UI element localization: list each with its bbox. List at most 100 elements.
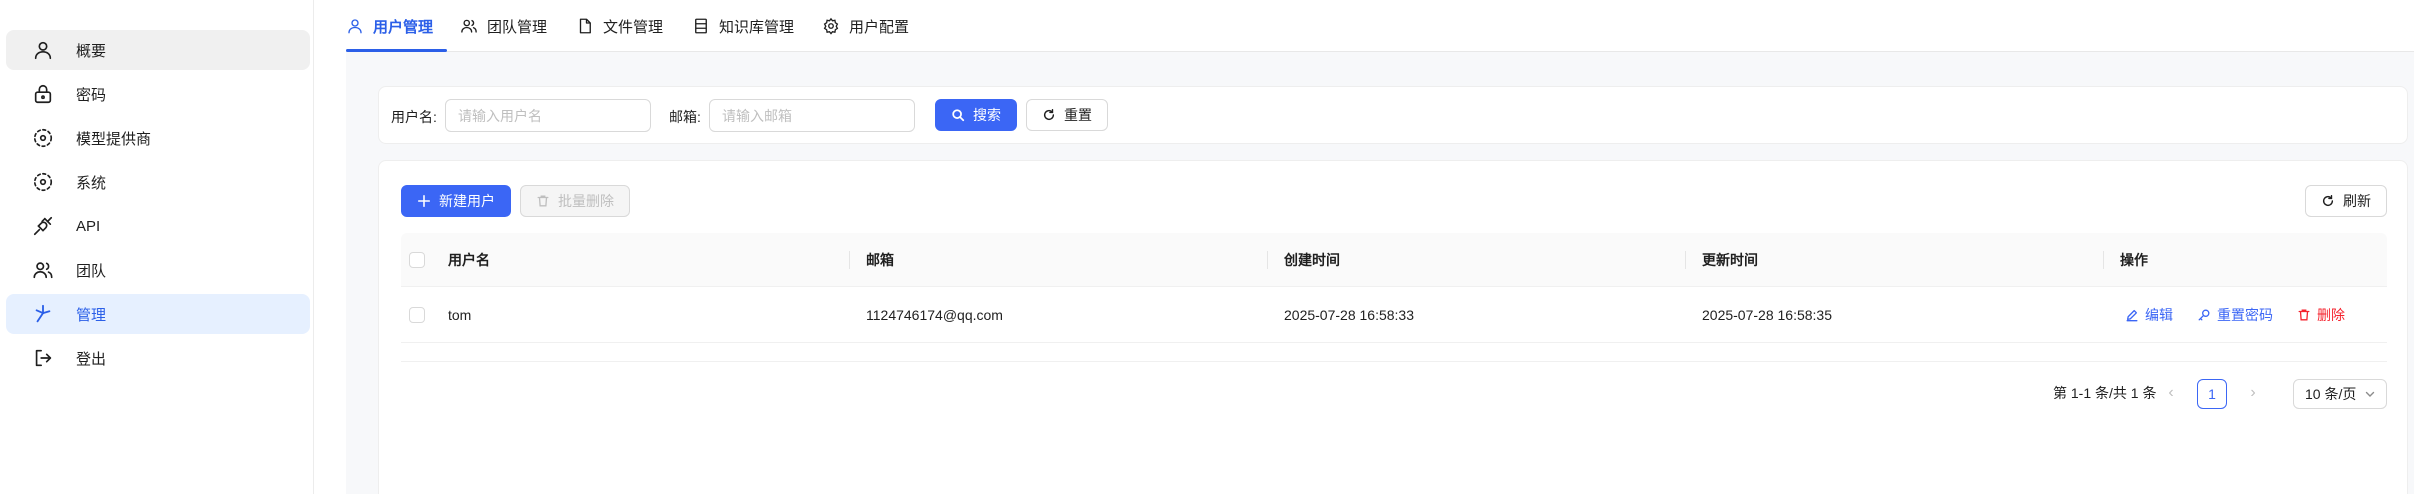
sidebar-item-label: 管理 (76, 306, 107, 324)
cell-actions: 编辑 重置密码 删除 (2125, 287, 2369, 342)
email-search-input[interactable] (709, 99, 915, 132)
table-row: tom 1124746174@qq.com 2025-07-28 16:58:3… (401, 287, 2387, 343)
file-icon (576, 17, 594, 35)
trash-icon (536, 194, 550, 208)
username-search-input[interactable] (445, 99, 651, 132)
tab-label: 文件管理 (603, 18, 664, 36)
reset-button-label: 重置 (1064, 107, 1092, 123)
search-button-label: 搜索 (973, 107, 1001, 123)
team-icon (32, 259, 54, 281)
batch-delete-label: 批量删除 (558, 193, 614, 209)
tab-label: 用户管理 (373, 18, 434, 36)
logout-icon (32, 347, 54, 369)
sidebar-item-password[interactable]: 密码 (6, 74, 310, 114)
sidebar-item-label: 团队 (76, 262, 107, 280)
username-label: 用户名: (391, 109, 437, 125)
cell-username: tom (448, 306, 472, 323)
column-divider (2103, 251, 2104, 269)
column-header-username[interactable]: 用户名 (448, 233, 490, 286)
row-select-cell (409, 287, 425, 342)
email-label: 邮箱: (669, 109, 701, 125)
reset-button[interactable]: 重置 (1026, 99, 1108, 131)
sidebar-item-label: 模型提供商 (76, 130, 152, 148)
sidebar-item-admin[interactable]: 管理 (6, 294, 310, 334)
system-icon (32, 171, 54, 193)
column-header-email[interactable]: 邮箱 (866, 233, 894, 286)
edit-button[interactable]: 编辑 (2125, 305, 2173, 325)
gear-icon (822, 17, 840, 35)
cell-updated: 2025-07-28 16:58:35 (1702, 306, 1832, 323)
column-header-updated[interactable]: 更新时间 (1702, 233, 1758, 286)
knowledge-base-icon (692, 17, 710, 35)
column-divider (1685, 251, 1686, 269)
row-checkbox[interactable] (409, 306, 425, 323)
trash-icon (2297, 308, 2311, 322)
tab-bar: 用户管理 团队管理 文件管理 知识库管理 用户配置 (346, 0, 2414, 52)
column-divider (1267, 251, 1268, 269)
edit-label: 编辑 (2145, 306, 2173, 323)
prev-page-button[interactable]: ‹ (2159, 377, 2183, 409)
tab-knowledge-base-management[interactable]: 知识库管理 (692, 0, 794, 52)
reset-password-button[interactable]: 重置密码 (2197, 305, 2273, 325)
search-panel: 用户名: 邮箱: 搜索 重置 (378, 86, 2408, 144)
reset-password-label: 重置密码 (2217, 306, 2273, 323)
select-all-cell (409, 233, 425, 286)
search-button[interactable]: 搜索 (935, 99, 1017, 131)
select-all-checkbox[interactable] (409, 251, 425, 268)
search-icon (951, 108, 965, 122)
reload-icon (2321, 194, 2335, 208)
sidebar-item-system[interactable]: 系统 (6, 162, 310, 202)
sidebar-item-api[interactable]: API (6, 206, 310, 246)
next-page-button[interactable]: › (2241, 377, 2265, 409)
api-plug-icon (32, 215, 54, 237)
chevron-down-icon (2365, 391, 2375, 397)
column-header-actions: 操作 (2120, 251, 2148, 268)
tab-team-management[interactable]: 团队管理 (460, 0, 547, 52)
pagination-summary: 第 1-1 条/共 1 条 (2053, 385, 2157, 401)
sidebar-item-model-provider[interactable]: 模型提供商 (6, 118, 310, 158)
user-list-panel: 新建用户 批量删除 刷新 用户名 邮箱 创建时间 更新时间 操作 tom 112… (378, 160, 2408, 494)
new-user-label: 新建用户 (439, 193, 495, 209)
sidebar-item-label: 系统 (76, 174, 107, 192)
tab-label: 用户配置 (849, 18, 910, 36)
team-icon (460, 17, 478, 35)
tab-label: 团队管理 (487, 18, 548, 36)
sidebar-item-label: 概要 (76, 42, 107, 60)
table-footer-divider (401, 361, 2387, 362)
refresh-button[interactable]: 刷新 (2305, 185, 2387, 217)
batch-delete-button[interactable]: 批量删除 (520, 185, 630, 217)
sidebar: 概要 密码 模型提供商 系统 API 团队 管理 登出 (0, 0, 314, 494)
table-header: 用户名 邮箱 创建时间 更新时间 操作 (401, 233, 2387, 287)
tab-file-management[interactable]: 文件管理 (576, 0, 663, 52)
model-provider-icon (32, 127, 54, 149)
sidebar-item-label: API (76, 217, 101, 235)
reload-icon (1042, 108, 1056, 122)
page-number-current[interactable]: 1 (2197, 379, 2227, 409)
admin-icon (32, 303, 54, 325)
refresh-label: 刷新 (2343, 193, 2371, 209)
lock-icon (32, 83, 54, 105)
sidebar-item-overview[interactable]: 概要 (6, 30, 310, 70)
sidebar-item-team[interactable]: 团队 (6, 250, 310, 290)
column-header-created[interactable]: 创建时间 (1284, 233, 1340, 286)
page-size-select[interactable]: 10 条/页 (2293, 379, 2387, 409)
plus-icon (417, 194, 431, 208)
cell-created: 2025-07-28 16:58:33 (1284, 306, 1414, 323)
user-icon (32, 39, 54, 61)
delete-button[interactable]: 删除 (2297, 305, 2345, 325)
sidebar-item-logout[interactable]: 登出 (6, 338, 310, 378)
column-divider (849, 251, 850, 269)
cell-email: 1124746174@qq.com (866, 306, 1003, 323)
tab-user-settings[interactable]: 用户配置 (822, 0, 909, 52)
user-icon (346, 17, 364, 35)
new-user-button[interactable]: 新建用户 (401, 185, 511, 217)
tab-label: 知识库管理 (719, 18, 795, 36)
main-content: 用户管理 团队管理 文件管理 知识库管理 用户配置 用户名: 请输入用户名 邮箱… (346, 0, 2414, 494)
page-size-label: 10 条/页 (2305, 386, 2357, 402)
tab-user-management[interactable]: 用户管理 (346, 0, 448, 52)
edit-icon (2125, 308, 2139, 322)
delete-label: 删除 (2317, 306, 2345, 323)
sidebar-item-label: 密码 (76, 86, 107, 104)
sidebar-item-label: 登出 (76, 350, 107, 368)
key-icon (2197, 308, 2211, 322)
